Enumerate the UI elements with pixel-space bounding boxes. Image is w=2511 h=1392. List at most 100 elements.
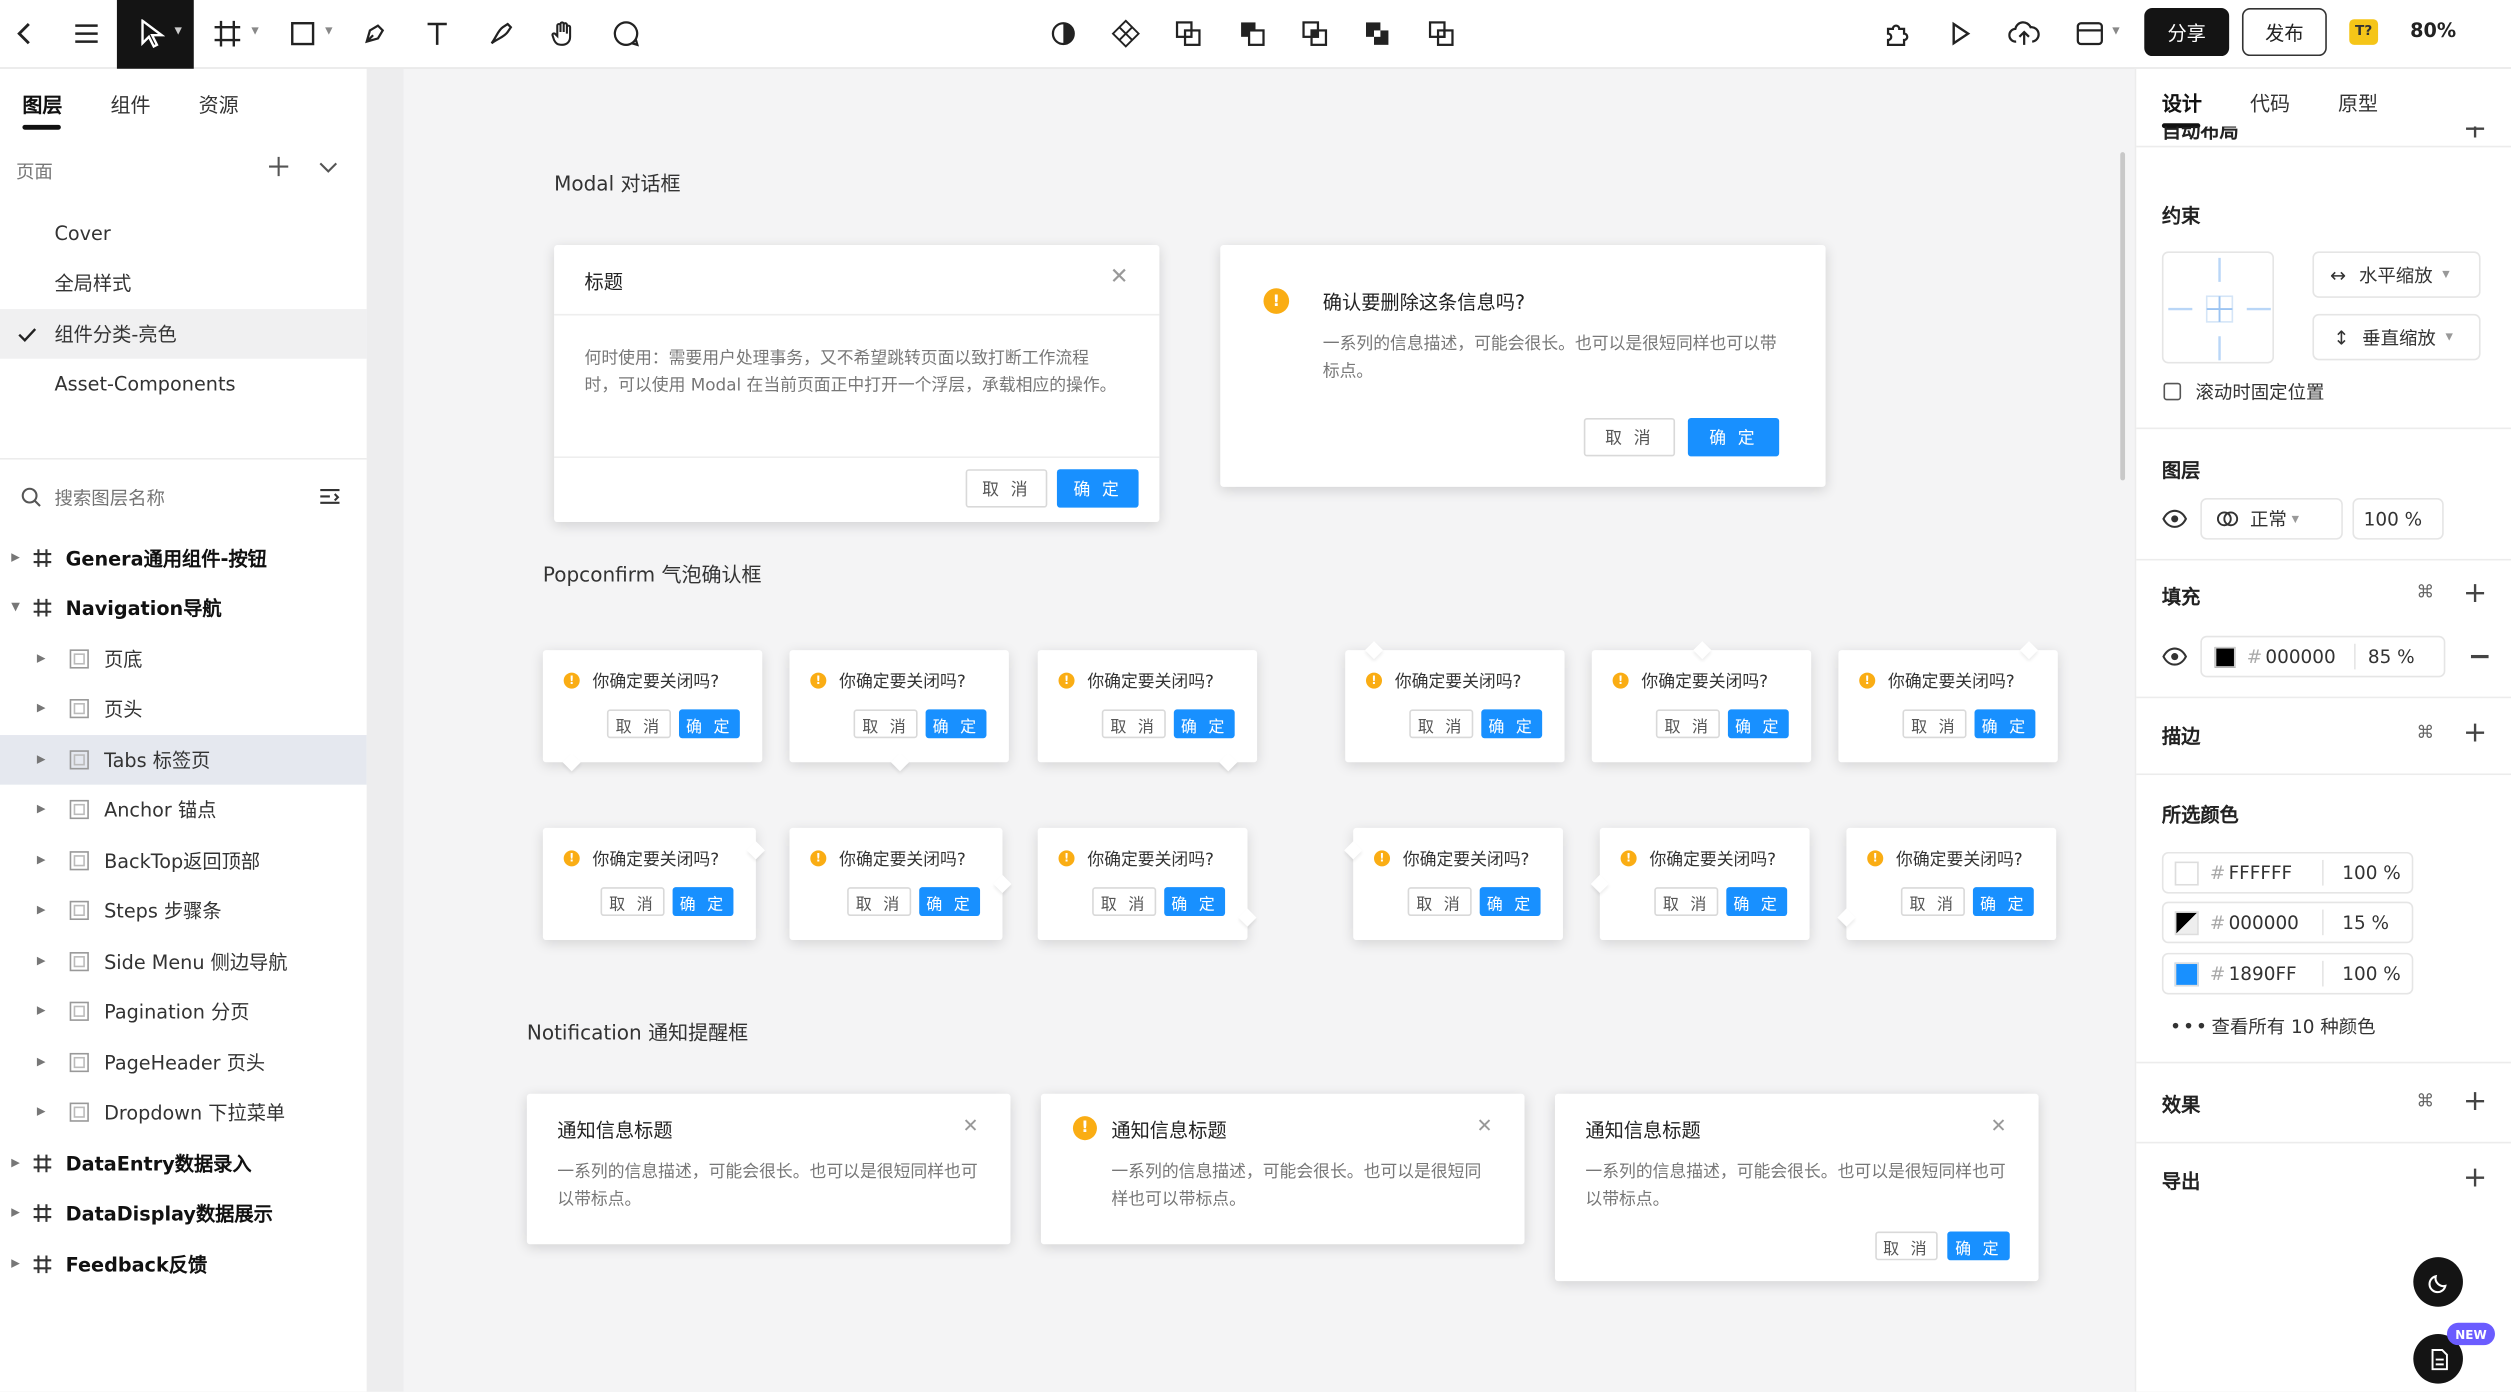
- cancel-button[interactable]: 取 消: [1092, 887, 1157, 917]
- popconfirm-card[interactable]: ! 你确定要关闭吗? 取 消确 定: [542, 650, 763, 772]
- move-tool-button[interactable]: ▼: [116, 0, 194, 69]
- ok-button[interactable]: 确 定: [1947, 1231, 2010, 1261]
- confirm-modal-card[interactable]: ! 确认要删除这条信息吗? 一系列的信息描述，可能会很长。也可以是很短同样也可以…: [1220, 245, 1826, 487]
- cancel-button[interactable]: 取 消: [1875, 1231, 1938, 1261]
- ok-button[interactable]: 确 定: [1974, 709, 2036, 739]
- chevron-right-icon[interactable]: ▶: [37, 1105, 46, 1118]
- layer-row[interactable]: ▶ Feedback反馈: [0, 1239, 367, 1289]
- cancel-button[interactable]: 取 消: [853, 709, 918, 739]
- layer-row[interactable]: ▶ Anchor 锚点: [0, 785, 367, 835]
- layer-row[interactable]: ▶ Dropdown 下拉菜单: [0, 1087, 367, 1137]
- color-swatch[interactable]: [2174, 860, 2199, 885]
- cancel-button[interactable]: 取 消: [1902, 709, 1967, 739]
- layer-row[interactable]: ▶ BackTop返回顶部: [0, 836, 367, 886]
- design-canvas[interactable]: Modal 对话框 标题 ✕ 何时使用：需要用户处理事务，又不希望跳转页面以致打…: [403, 68, 2135, 1392]
- cancel-button[interactable]: 取 消: [1655, 709, 1720, 739]
- page-item[interactable]: Cover: [0, 208, 367, 258]
- popconfirm-card[interactable]: ! 你确定要关闭吗? 取 消确 定: [1345, 641, 1565, 763]
- cancel-button[interactable]: 取 消: [965, 469, 1048, 508]
- horizontal-constraint-select[interactable]: ↔ 水平缩放 ▼: [2312, 251, 2481, 298]
- style-grid-icon[interactable]: ⌘: [2417, 722, 2435, 743]
- play-icon[interactable]: [1938, 13, 1983, 55]
- color-swatch[interactable]: [2174, 910, 2199, 935]
- missing-font-badge[interactable]: T?: [2349, 19, 2379, 45]
- add-export-icon[interactable]: +: [2463, 1163, 2487, 1192]
- color-row[interactable]: #1890FF 100 %: [2161, 952, 2414, 995]
- ok-button[interactable]: 确 定: [1479, 887, 1541, 917]
- component-icon[interactable]: [1103, 13, 1148, 55]
- cancel-button[interactable]: 取 消: [1654, 887, 1719, 917]
- chevron-right-icon[interactable]: ▶: [37, 954, 46, 967]
- layer-row[interactable]: ▶ Pagination 分页: [0, 986, 367, 1036]
- chevron-right-icon[interactable]: ▶: [37, 903, 46, 916]
- notification-card[interactable]: 通知信息标题 ✕ 一系列的信息描述，可能会很长。也可以是很短同样也可以带标点。: [526, 1093, 1011, 1245]
- chevron-down-icon[interactable]: ▼: [11, 601, 20, 614]
- ok-button[interactable]: 确 定: [1164, 887, 1226, 917]
- tab-components[interactable]: 组件: [110, 88, 150, 118]
- ok-button[interactable]: 确 定: [672, 887, 734, 917]
- ok-button[interactable]: 确 定: [1481, 709, 1543, 739]
- more-icon[interactable]: •••: [2170, 1015, 2209, 1037]
- cancel-button[interactable]: 取 消: [1409, 709, 1474, 739]
- ok-button[interactable]: 确 定: [1972, 887, 2034, 917]
- add-stroke-icon[interactable]: +: [2463, 718, 2487, 747]
- notification-card-warning[interactable]: ! 通知信息标题 ✕ 一系列的信息描述，可能会很长。也可以是很短同样也可以带标点…: [1040, 1093, 1525, 1245]
- close-icon[interactable]: ✕: [962, 1115, 978, 1137]
- ok-button[interactable]: 确 定: [919, 887, 981, 917]
- flatten-icon[interactable]: [1419, 13, 1464, 55]
- layer-row[interactable]: ▶ 页底: [0, 634, 367, 684]
- boolean-union-icon[interactable]: [1166, 13, 1211, 55]
- popconfirm-card[interactable]: ! 你确定要关闭吗? 取 消确 定: [1037, 650, 1258, 772]
- publish-button[interactable]: 发布: [2241, 8, 2327, 57]
- theme-toggle-button[interactable]: [2413, 1257, 2463, 1307]
- chevron-right-icon[interactable]: ▶: [11, 551, 20, 564]
- tab-design[interactable]: 设计: [2162, 86, 2202, 116]
- chevron-down-icon[interactable]: [317, 160, 339, 176]
- fill-color-input[interactable]: # 000000 85 %: [2200, 635, 2446, 678]
- tab-assets[interactable]: 资源: [199, 88, 239, 118]
- chevron-right-icon[interactable]: ▶: [11, 1206, 20, 1219]
- cancel-button[interactable]: 取 消: [1101, 709, 1166, 739]
- layer-row[interactable]: ▶ Side Menu 侧边导航: [0, 937, 367, 987]
- comment-tool-icon[interactable]: [604, 13, 649, 55]
- cancel-button[interactable]: 取 消: [1407, 887, 1472, 917]
- view-all-colors-link[interactable]: 查看所有 10 种颜色: [2212, 1014, 2376, 1040]
- chevron-right-icon[interactable]: ▶: [37, 652, 46, 665]
- color-row[interactable]: # FFFFFF 100 %: [2161, 851, 2414, 894]
- chevron-right-icon[interactable]: ▶: [37, 854, 46, 867]
- boolean-intersect-icon[interactable]: [1292, 13, 1337, 55]
- chevron-right-icon[interactable]: ▶: [37, 1004, 46, 1017]
- layer-row[interactable]: ▶ Steps 步骤条: [0, 886, 367, 936]
- canvas-scrollbar[interactable]: [2120, 152, 2126, 481]
- close-icon[interactable]: ✕: [1110, 264, 1129, 290]
- chevron-right-icon[interactable]: ▶: [37, 701, 46, 714]
- chevron-right-icon[interactable]: ▶: [37, 753, 46, 766]
- cancel-button[interactable]: 取 消: [606, 709, 671, 739]
- cancel-button[interactable]: 取 消: [1583, 417, 1676, 457]
- hand-tool-icon[interactable]: [541, 13, 586, 55]
- popconfirm-card[interactable]: ! 你确定要关闭吗? 取 消确 定: [1344, 827, 1563, 941]
- chevron-right-icon[interactable]: ▶: [37, 802, 46, 815]
- filter-icon[interactable]: [319, 487, 341, 508]
- popconfirm-card[interactable]: ! 你确定要关闭吗? 取 消确 定: [542, 827, 765, 941]
- layer-row[interactable]: ▶ DataEntry数据录入: [0, 1139, 367, 1189]
- add-page-icon[interactable]: [266, 154, 292, 180]
- popconfirm-card[interactable]: ! 你确定要关闭吗? 取 消确 定: [1590, 827, 1810, 941]
- remove-fill-icon[interactable]: [2470, 654, 2489, 658]
- layer-opacity-input[interactable]: 100 %: [2352, 498, 2444, 540]
- layer-row[interactable]: ▶ PageHeader 页头: [0, 1038, 367, 1088]
- ok-button[interactable]: 确 定: [925, 709, 987, 739]
- popconfirm-card[interactable]: ! 你确定要关闭吗? 取 消确 定: [1837, 827, 2057, 941]
- fix-on-scroll-checkbox[interactable]: [2163, 382, 2182, 401]
- layer-row[interactable]: ▶ Genera通用组件-按钮: [0, 533, 367, 583]
- boolean-subtract-icon[interactable]: [1230, 13, 1275, 55]
- modal-card[interactable]: 标题 ✕ 何时使用：需要用户处理事务，又不希望跳转页面以致打断工作流程时，可以使…: [554, 245, 1160, 523]
- rectangle-tool-icon[interactable]: [280, 13, 325, 55]
- close-icon[interactable]: ✕: [1476, 1115, 1492, 1137]
- ok-button[interactable]: 确 定: [1056, 469, 1139, 508]
- mask-icon[interactable]: [1041, 13, 1086, 55]
- color-swatch[interactable]: [2174, 961, 2199, 986]
- popconfirm-card[interactable]: ! 你确定要关闭吗? 取 消确 定: [1037, 827, 1257, 941]
- share-button[interactable]: 分享: [2144, 8, 2230, 57]
- vertical-constraint-select[interactable]: ↕ 垂直缩放 ▼: [2312, 313, 2481, 361]
